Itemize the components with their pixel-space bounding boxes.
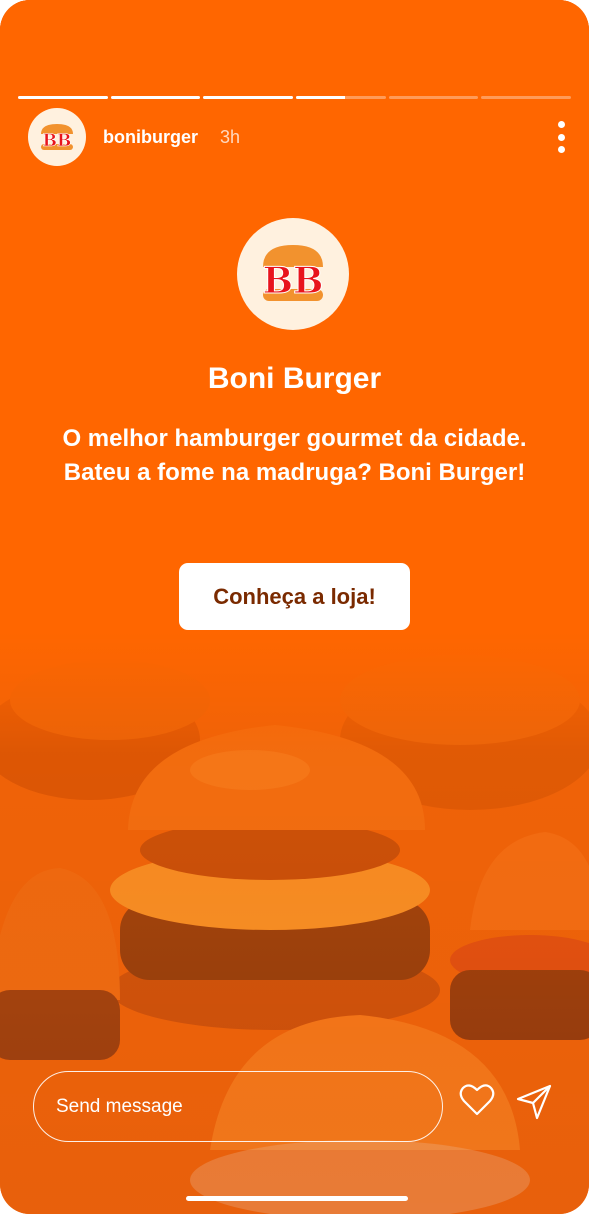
story-progress-segment: [18, 96, 108, 99]
story-progress-bar: [18, 96, 572, 99]
brand-logo: BB: [237, 218, 349, 330]
boni-burger-logo-icon: BB: [41, 124, 73, 151]
story-screen: BB boniburger 3h BB Boni Burger O melhor…: [0, 0, 589, 1214]
more-options-button[interactable]: [555, 121, 567, 153]
story-progress-segment: [388, 96, 479, 99]
like-button[interactable]: [459, 1083, 495, 1117]
story-header: BB boniburger 3h: [28, 108, 567, 166]
story-progress-segment: [203, 96, 294, 99]
heart-icon: [459, 1084, 495, 1116]
avatar-logo-text: BB: [43, 131, 72, 151]
story-progress-segment: [296, 96, 386, 99]
home-indicator[interactable]: [186, 1196, 408, 1201]
boni-burger-logo-icon: BB: [262, 245, 324, 303]
brand-tagline: O melhor hamburger gourmet da cidade. Ba…: [62, 425, 527, 486]
more-vertical-icon: [557, 121, 565, 153]
visit-store-button[interactable]: Conheça a loja!: [179, 563, 410, 630]
post-time: 3h: [220, 126, 241, 147]
send-icon: [516, 1084, 552, 1120]
send-message-input[interactable]: [33, 1071, 443, 1142]
avatar[interactable]: BB: [28, 108, 86, 166]
share-button[interactable]: [515, 1083, 553, 1121]
brand-title: Boni Burger: [207, 362, 382, 395]
brand-logo-text: BB: [263, 260, 324, 302]
story-progress-segment: [110, 96, 201, 99]
story-progress-segment: [481, 96, 572, 99]
username[interactable]: boniburger: [103, 127, 198, 148]
